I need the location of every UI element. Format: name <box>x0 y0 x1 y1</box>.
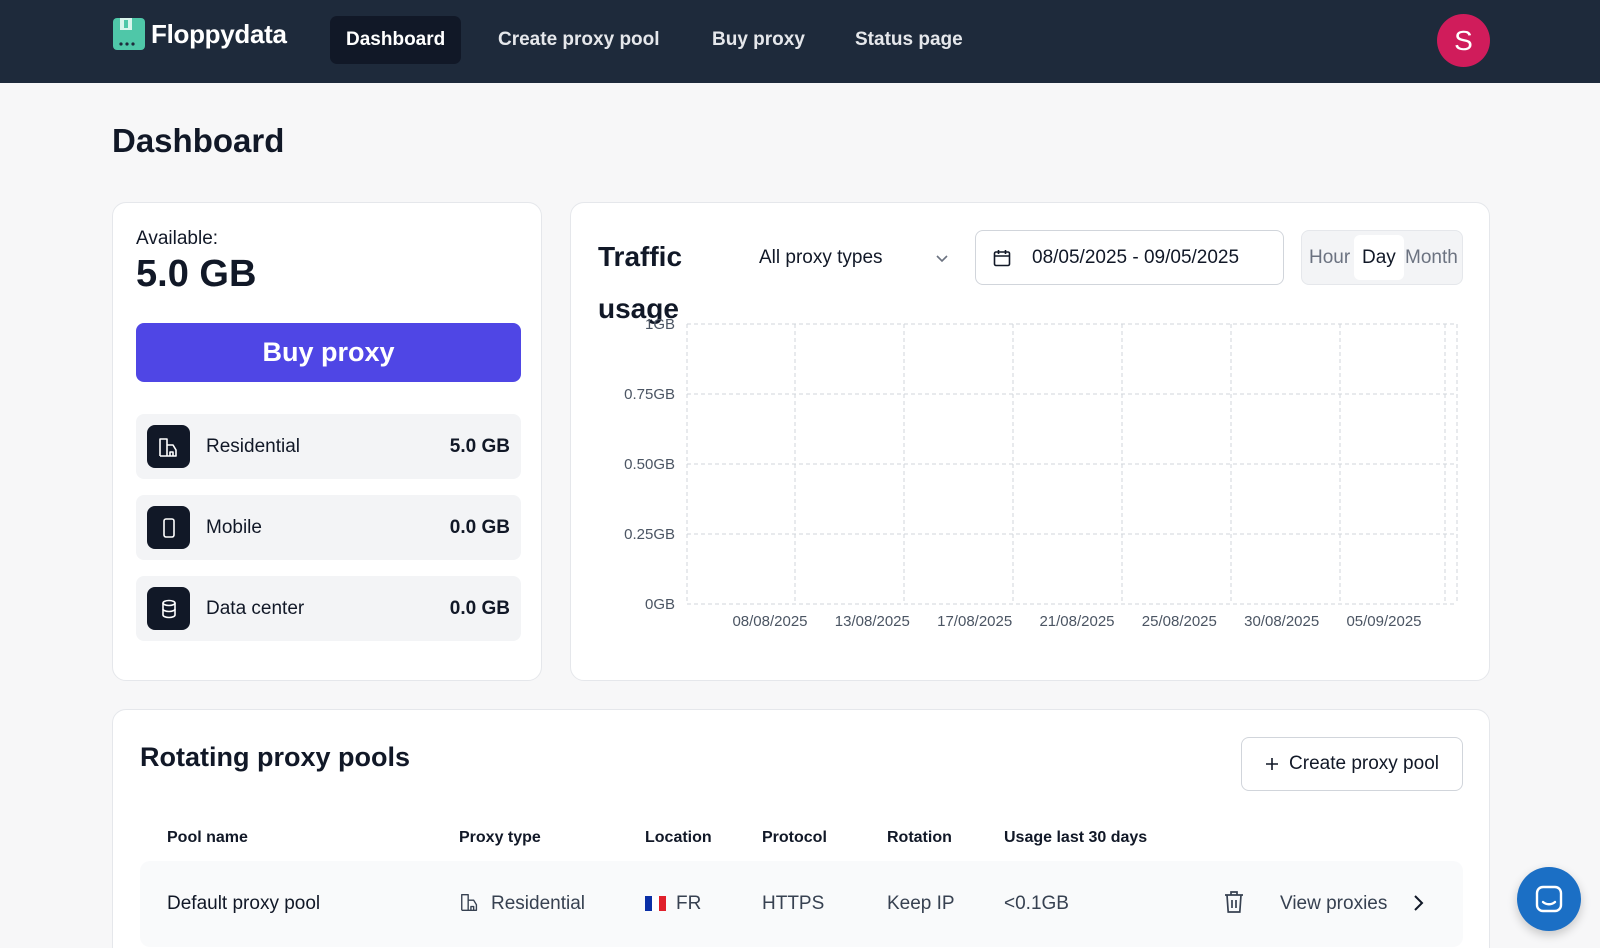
app-name: Floppydata <box>151 18 287 49</box>
building-icon <box>147 425 190 468</box>
proxy-type-mobile: Mobile 0.0 GB <box>136 495 521 560</box>
chart-x-tick-label: 21/08/2025 <box>1039 613 1114 630</box>
create-proxy-pool-label: Create proxy pool <box>1289 753 1439 774</box>
pool-location: FR <box>645 861 701 947</box>
proxy-type-residential: Residential 5.0 GB <box>136 414 521 479</box>
app-logo[interactable]: Floppydata <box>112 17 287 51</box>
traffic-card: Traffic usage All proxy types 08/05/2025… <box>570 202 1490 681</box>
pools-title: Rotating proxy pools <box>140 742 410 772</box>
pool-rotation: Keep IP <box>887 893 955 914</box>
proxy-type-name: Mobile <box>206 517 262 538</box>
proxy-type-name: Data center <box>206 598 305 619</box>
pool-location-code: FR <box>676 893 702 914</box>
chart-y-tick-label: 0.25GB <box>624 526 675 543</box>
chart-y-tick-label: 1GB <box>645 316 675 333</box>
database-icon <box>147 587 190 630</box>
chart-x-tick-label: 17/08/2025 <box>937 613 1012 630</box>
proxy-type-value: 5.0 GB <box>449 436 510 457</box>
chart-x-tick-label: 05/09/2025 <box>1346 613 1421 630</box>
proxy-type-datacenter: Data center 0.0 GB <box>136 576 521 641</box>
table-row[interactable]: Default proxy pool Residential FR HTTPS … <box>140 861 1463 947</box>
pool-proxy-type-label: Residential <box>491 893 585 914</box>
chart-x-tick-label: 25/08/2025 <box>1142 613 1217 630</box>
smartphone-icon <box>147 506 190 549</box>
view-proxies-link[interactable]: View proxies <box>1280 861 1425 947</box>
available-value: 5.0 GB <box>136 253 257 295</box>
pools-card: Rotating proxy pools Create proxy pool P… <box>112 709 1490 948</box>
buy-proxy-button[interactable]: Buy proxy <box>136 323 521 382</box>
chart-y-tick-label: 0.50GB <box>624 456 675 473</box>
chart-x-tick-label: 13/08/2025 <box>835 613 910 630</box>
proxy-type-value: 0.0 GB <box>449 517 510 538</box>
pool-name: Default proxy pool <box>167 893 321 914</box>
nav-create-proxy-pool[interactable]: Create proxy pool <box>482 16 676 64</box>
france-flag-icon <box>645 896 666 911</box>
chart-y-tick-label: 0GB <box>645 596 675 613</box>
trash-icon[interactable] <box>1222 861 1246 947</box>
chart-x-tick-label: 08/08/2025 <box>732 613 807 630</box>
create-proxy-pool-button[interactable]: Create proxy pool <box>1241 737 1463 791</box>
proxy-type-name: Residential <box>206 436 300 457</box>
building-icon <box>461 893 478 911</box>
pool-protocol: HTTPS <box>762 893 825 914</box>
col-proxy-type: Proxy type <box>459 829 541 846</box>
nav-status-page[interactable]: Status page <box>839 16 979 64</box>
nav-dashboard[interactable]: Dashboard <box>330 16 462 64</box>
col-rotation: Rotation <box>887 829 952 846</box>
col-location: Location <box>645 829 712 846</box>
plus-icon <box>1266 758 1279 770</box>
top-navbar: Floppydata Dashboard Create proxy pool B… <box>0 0 1600 83</box>
chat-icon <box>1535 885 1563 913</box>
traffic-chart: 0GB 0.25GB 0.50GB 0.75GB 1GB 08/08/2025 13/08/… <box>624 316 1458 630</box>
user-avatar[interactable]: S <box>1437 14 1490 67</box>
col-protocol: Protocol <box>762 829 827 846</box>
pool-usage: <0.1GB <box>1004 893 1069 914</box>
available-label: Available: <box>136 228 219 249</box>
col-usage: Usage last 30 days <box>1004 829 1148 846</box>
chevron-right-icon <box>1413 895 1424 911</box>
page-title: Dashboard <box>112 122 285 159</box>
chart-y-tick-label: 0.75GB <box>624 386 675 403</box>
floppy-disk-icon <box>113 18 145 50</box>
chart-x-tick-label: 30/08/2025 <box>1244 613 1319 630</box>
balance-card: Available: 5.0 GB Buy proxy Residential … <box>112 202 542 681</box>
pool-proxy-type: Residential <box>459 861 585 947</box>
col-pool-name: Pool name <box>167 829 248 846</box>
chat-widget-button[interactable] <box>1517 867 1581 931</box>
proxy-type-value: 0.0 GB <box>449 598 510 619</box>
view-proxies-label: View proxies <box>1280 893 1388 914</box>
nav-buy-proxy[interactable]: Buy proxy <box>696 16 821 64</box>
